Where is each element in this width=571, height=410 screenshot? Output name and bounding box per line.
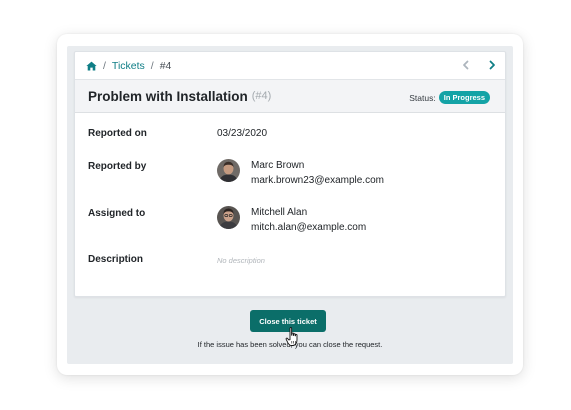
reporter-name: Marc Brown <box>251 160 305 171</box>
ticket-card: / Tickets / #4 Problem with Installation… <box>74 51 506 297</box>
reporter-email: mark.brown23@example.com <box>251 175 384 186</box>
chevron-right-icon[interactable] <box>486 59 498 71</box>
description-value: No description <box>217 256 265 265</box>
reporter-contact: Marc Brown mark.brown23@example.com <box>251 158 384 188</box>
breadcrumb: / Tickets / #4 <box>75 52 505 79</box>
ticket-number: (#4) <box>251 90 272 102</box>
breadcrumb-tickets-link[interactable]: Tickets <box>112 60 145 72</box>
breadcrumb-separator: / <box>150 59 154 72</box>
ticket-panel: / Tickets / #4 Problem with Installation… <box>67 46 513 364</box>
assignee-email: mitch.alan@example.com <box>251 222 367 233</box>
ticket-header: Problem with Installation (#4) Status: I… <box>75 79 505 113</box>
status-label: Status: <box>409 92 436 103</box>
description-label: Description <box>88 254 144 265</box>
ticket-title: Problem with Installation <box>88 88 248 104</box>
status: Status: In Progress <box>409 91 490 104</box>
avatar <box>217 206 240 229</box>
assignee-contact: Mitchell Alan mitch.alan@example.com <box>251 205 366 235</box>
home-icon[interactable] <box>86 61 97 71</box>
assigned-to-label: Assigned to <box>88 208 146 219</box>
record-pager <box>460 59 498 71</box>
reported-on-value: 03/23/2020 <box>217 128 268 139</box>
window-frame: / Tickets / #4 Problem with Installation… <box>57 34 523 375</box>
reported-on-label: Reported on <box>88 128 147 139</box>
breadcrumb-current: #4 <box>159 59 172 72</box>
assignee-name: Mitchell Alan <box>251 207 308 218</box>
hand-cursor-icon <box>285 327 301 347</box>
reported-by-label: Reported by <box>88 161 147 172</box>
avatar <box>217 159 240 182</box>
breadcrumb-separator: / <box>103 59 106 72</box>
status-badge: In Progress <box>438 91 490 104</box>
chevron-left-icon[interactable] <box>460 59 472 71</box>
